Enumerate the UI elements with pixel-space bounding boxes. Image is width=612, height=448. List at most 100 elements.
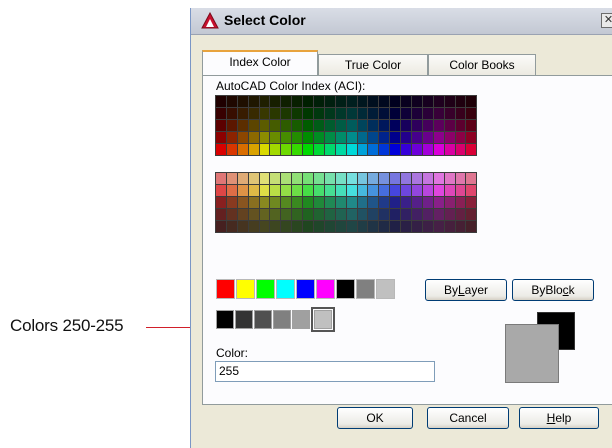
aci-color-swatch[interactable] xyxy=(324,185,335,196)
aci-color-swatch[interactable] xyxy=(444,132,455,143)
aci-color-swatch[interactable] xyxy=(281,221,292,232)
tab-index-color[interactable]: Index Color xyxy=(202,50,318,75)
aci-color-swatch[interactable] xyxy=(455,185,466,196)
aci-color-swatch[interactable] xyxy=(401,120,412,131)
aci-color-swatch[interactable] xyxy=(422,132,433,143)
aci-color-swatch[interactable] xyxy=(455,209,466,220)
aci-color-swatch[interactable] xyxy=(237,185,248,196)
aci-color-swatch[interactable] xyxy=(314,173,324,184)
aci-color-swatch[interactable] xyxy=(466,120,477,131)
aci-color-swatch[interactable] xyxy=(390,197,401,208)
aci-color-swatch[interactable] xyxy=(335,96,346,107)
aci-color-swatch[interactable] xyxy=(292,96,303,107)
byblock-button[interactable]: ByBlock xyxy=(512,279,594,301)
aci-color-swatch[interactable] xyxy=(455,144,466,155)
aci-color-swatch[interactable] xyxy=(357,96,368,107)
aci-color-swatch[interactable] xyxy=(226,132,237,143)
aci-color-swatch[interactable] xyxy=(455,120,466,131)
aci-color-swatch[interactable] xyxy=(390,96,401,107)
aci-color-swatch[interactable] xyxy=(346,209,357,220)
aci-color-swatch[interactable] xyxy=(270,185,281,196)
aci-color-swatch[interactable] xyxy=(292,221,303,232)
aci-color-swatch[interactable] xyxy=(357,209,368,220)
aci-color-swatch[interactable] xyxy=(368,185,379,196)
aci-color-swatch[interactable] xyxy=(390,144,401,155)
aci-color-swatch[interactable] xyxy=(368,221,379,232)
aci-color-swatch[interactable] xyxy=(248,108,259,119)
aci-color-swatch[interactable] xyxy=(237,197,248,208)
aci-color-swatch[interactable] xyxy=(259,108,270,119)
aci-color-swatch[interactable] xyxy=(335,108,346,119)
aci-color-swatch[interactable] xyxy=(412,173,422,184)
aci-color-swatch[interactable] xyxy=(357,144,368,155)
aci-color-swatch[interactable] xyxy=(466,185,477,196)
aci-color-swatch[interactable] xyxy=(412,108,422,119)
aci-color-swatch[interactable] xyxy=(248,209,259,220)
aci-color-swatch[interactable] xyxy=(270,197,281,208)
aci-color-swatch[interactable] xyxy=(346,108,357,119)
aci-color-swatch[interactable] xyxy=(335,173,346,184)
aci-color-swatch[interactable] xyxy=(226,120,237,131)
aci-color-swatch[interactable] xyxy=(270,209,281,220)
standard-color-swatch[interactable] xyxy=(336,279,355,299)
aci-color-swatch[interactable] xyxy=(433,185,444,196)
aci-color-swatch[interactable] xyxy=(216,120,226,131)
aci-color-swatch[interactable] xyxy=(444,173,455,184)
aci-color-swatch[interactable] xyxy=(455,221,466,232)
aci-color-swatch[interactable] xyxy=(379,108,390,119)
standard-color-swatch[interactable] xyxy=(236,279,255,299)
aci-color-swatch[interactable] xyxy=(444,120,455,131)
aci-color-swatch[interactable] xyxy=(379,120,390,131)
aci-color-swatch[interactable] xyxy=(357,120,368,131)
aci-color-swatch[interactable] xyxy=(226,144,237,155)
standard-color-swatch[interactable] xyxy=(296,279,315,299)
tab-true-color[interactable]: True Color xyxy=(318,54,428,75)
aci-color-swatch[interactable] xyxy=(226,197,237,208)
aci-color-swatch[interactable] xyxy=(303,144,314,155)
aci-color-swatch[interactable] xyxy=(368,197,379,208)
aci-color-swatch[interactable] xyxy=(281,144,292,155)
aci-color-swatch[interactable] xyxy=(433,132,444,143)
aci-color-swatch[interactable] xyxy=(281,185,292,196)
gray-color-swatch[interactable] xyxy=(292,310,310,329)
aci-color-swatch[interactable] xyxy=(346,132,357,143)
aci-color-swatch[interactable] xyxy=(216,96,226,107)
aci-color-swatch[interactable] xyxy=(444,96,455,107)
aci-color-swatch[interactable] xyxy=(237,209,248,220)
aci-color-swatch[interactable] xyxy=(433,173,444,184)
aci-color-swatch[interactable] xyxy=(466,197,477,208)
aci-color-swatch[interactable] xyxy=(357,185,368,196)
aci-color-swatch[interactable] xyxy=(226,108,237,119)
aci-color-swatch[interactable] xyxy=(335,132,346,143)
aci-color-swatch[interactable] xyxy=(357,197,368,208)
aci-color-swatch[interactable] xyxy=(368,120,379,131)
aci-color-swatch[interactable] xyxy=(455,197,466,208)
aci-color-swatch[interactable] xyxy=(248,197,259,208)
aci-color-swatch[interactable] xyxy=(346,185,357,196)
aci-color-swatch[interactable] xyxy=(379,173,390,184)
aci-color-swatch[interactable] xyxy=(292,173,303,184)
standard-color-swatch[interactable] xyxy=(316,279,335,299)
aci-color-swatch[interactable] xyxy=(314,197,324,208)
aci-color-swatch[interactable] xyxy=(422,185,433,196)
aci-color-swatch[interactable] xyxy=(401,96,412,107)
aci-color-swatch[interactable] xyxy=(390,209,401,220)
aci-color-swatch[interactable] xyxy=(466,144,477,155)
aci-color-swatch[interactable] xyxy=(226,209,237,220)
aci-color-swatch[interactable] xyxy=(216,221,226,232)
aci-color-swatch[interactable] xyxy=(303,185,314,196)
aci-color-swatch[interactable] xyxy=(422,173,433,184)
aci-color-swatch[interactable] xyxy=(324,209,335,220)
aci-color-swatch[interactable] xyxy=(401,144,412,155)
aci-color-swatch[interactable] xyxy=(379,197,390,208)
aci-color-swatch[interactable] xyxy=(292,132,303,143)
aci-color-swatch[interactable] xyxy=(259,197,270,208)
cancel-button[interactable]: Cancel xyxy=(427,407,509,429)
aci-color-swatch[interactable] xyxy=(466,209,477,220)
aci-color-swatch[interactable] xyxy=(422,120,433,131)
aci-color-swatch[interactable] xyxy=(270,221,281,232)
aci-color-swatch[interactable] xyxy=(270,173,281,184)
aci-color-swatch[interactable] xyxy=(292,209,303,220)
aci-color-swatch[interactable] xyxy=(335,197,346,208)
aci-color-swatch[interactable] xyxy=(237,96,248,107)
